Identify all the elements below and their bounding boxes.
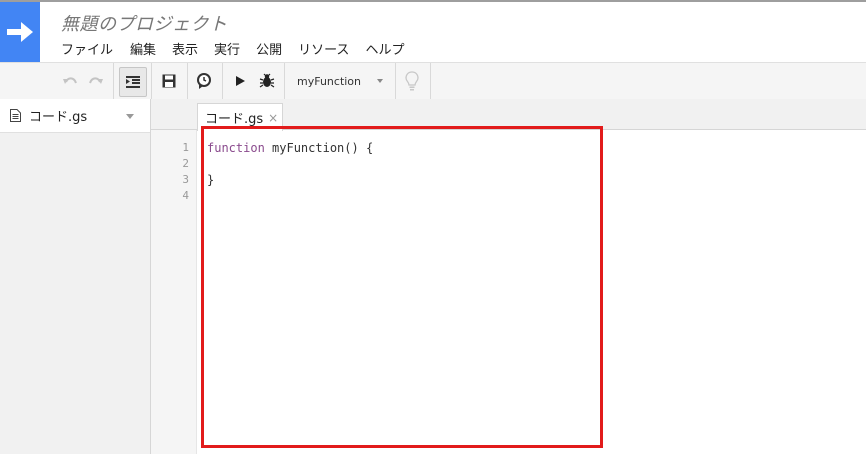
menu-edit[interactable]: 編集: [130, 39, 156, 58]
menu-view[interactable]: 表示: [172, 39, 198, 58]
document-icon: [10, 109, 21, 122]
toolbar-divider: [222, 63, 223, 99]
debug-bug-icon: [259, 73, 275, 88]
tab-label: コード.gs: [205, 112, 264, 127]
code-line: }: [207, 173, 215, 187]
debug-button[interactable]: [256, 67, 278, 95]
toolbar-divider: [284, 63, 285, 99]
close-icon[interactable]: ×: [268, 111, 278, 125]
toolbar-divider: [430, 63, 431, 99]
code-content[interactable]: function myFunction() { }: [207, 140, 373, 204]
menu-run[interactable]: 実行: [214, 39, 240, 58]
line-numbers: 1 2 3 4: [151, 140, 189, 204]
line-number: 1: [182, 141, 189, 154]
chevron-down-icon[interactable]: [126, 114, 134, 119]
sidebar-file-item[interactable]: コード.gs: [0, 99, 150, 133]
execution-hints-button[interactable]: [400, 67, 424, 95]
indent-toggle-button[interactable]: [119, 67, 147, 97]
project-title[interactable]: 無題のプロジェクト: [61, 10, 228, 36]
redo-icon: [89, 77, 103, 84]
chevron-down-icon: [377, 79, 383, 83]
trigger-clock-icon: [197, 73, 211, 89]
redo-button[interactable]: [86, 67, 106, 95]
top-border: [0, 0, 866, 2]
toolbar-divider: [113, 63, 114, 99]
undo-icon: [63, 77, 77, 84]
tab-code-gs[interactable]: コード.gs ×: [197, 103, 283, 131]
apps-script-logo[interactable]: [0, 2, 40, 62]
undo-button[interactable]: [60, 67, 80, 95]
save-icon: [162, 74, 176, 88]
toolbar-divider: [187, 63, 188, 99]
line-number: 3: [182, 173, 189, 186]
code-line: function myFunction() {: [207, 140, 373, 156]
toolbar-divider: [395, 63, 396, 99]
line-number: 4: [182, 189, 189, 202]
triggers-button[interactable]: [192, 67, 216, 95]
function-selector-value: myFunction: [297, 74, 362, 88]
indent-icon: [126, 76, 140, 88]
menu-help[interactable]: ヘルプ: [365, 39, 404, 58]
sidebar-file-name: コード.gs: [29, 110, 88, 125]
file-sidebar: コード.gs: [0, 99, 151, 454]
code-keyword: function: [207, 141, 265, 155]
menu-resources[interactable]: リソース: [298, 39, 349, 58]
lightbulb-icon: [405, 71, 419, 91]
code-text: myFunction() {: [264, 141, 374, 155]
menu-publish[interactable]: 公開: [256, 39, 282, 58]
menu-file[interactable]: ファイル: [61, 39, 113, 58]
function-selector[interactable]: myFunction: [289, 67, 393, 95]
run-button[interactable]: [230, 67, 250, 95]
toolbar: myFunction: [0, 62, 866, 100]
toolbar-divider: [151, 63, 152, 99]
menubar: ファイル 編集 表示 実行 公開 リソース ヘルプ: [61, 39, 420, 58]
save-button[interactable]: [158, 67, 180, 95]
run-icon: [236, 76, 245, 86]
arrow-right-icon: [7, 22, 33, 42]
line-number: 2: [182, 157, 189, 170]
